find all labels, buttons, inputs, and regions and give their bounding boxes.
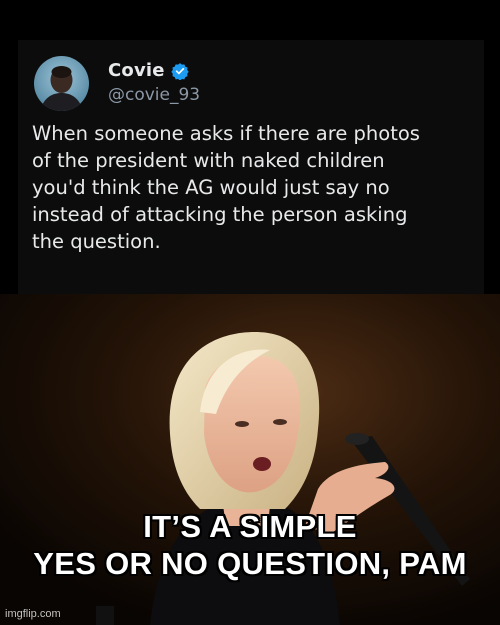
meme-caption: IT’S A SIMPLE YES OR NO QUESTION, PAM: [0, 508, 500, 582]
tweet-card: Covie @covie_93 When someone asks if the…: [18, 40, 484, 294]
avatar[interactable]: [34, 56, 89, 111]
caption-line-2: YES OR NO QUESTION, PAM: [33, 546, 467, 581]
display-name[interactable]: Covie: [108, 60, 165, 81]
verified-badge-icon: [170, 62, 189, 80]
handle[interactable]: @covie_93: [108, 85, 200, 105]
tweet-text: When someone asks if there are photos of…: [32, 122, 420, 253]
watermark: imgflip.com: [5, 608, 61, 620]
caption-line-1: IT’S A SIMPLE: [143, 509, 357, 544]
